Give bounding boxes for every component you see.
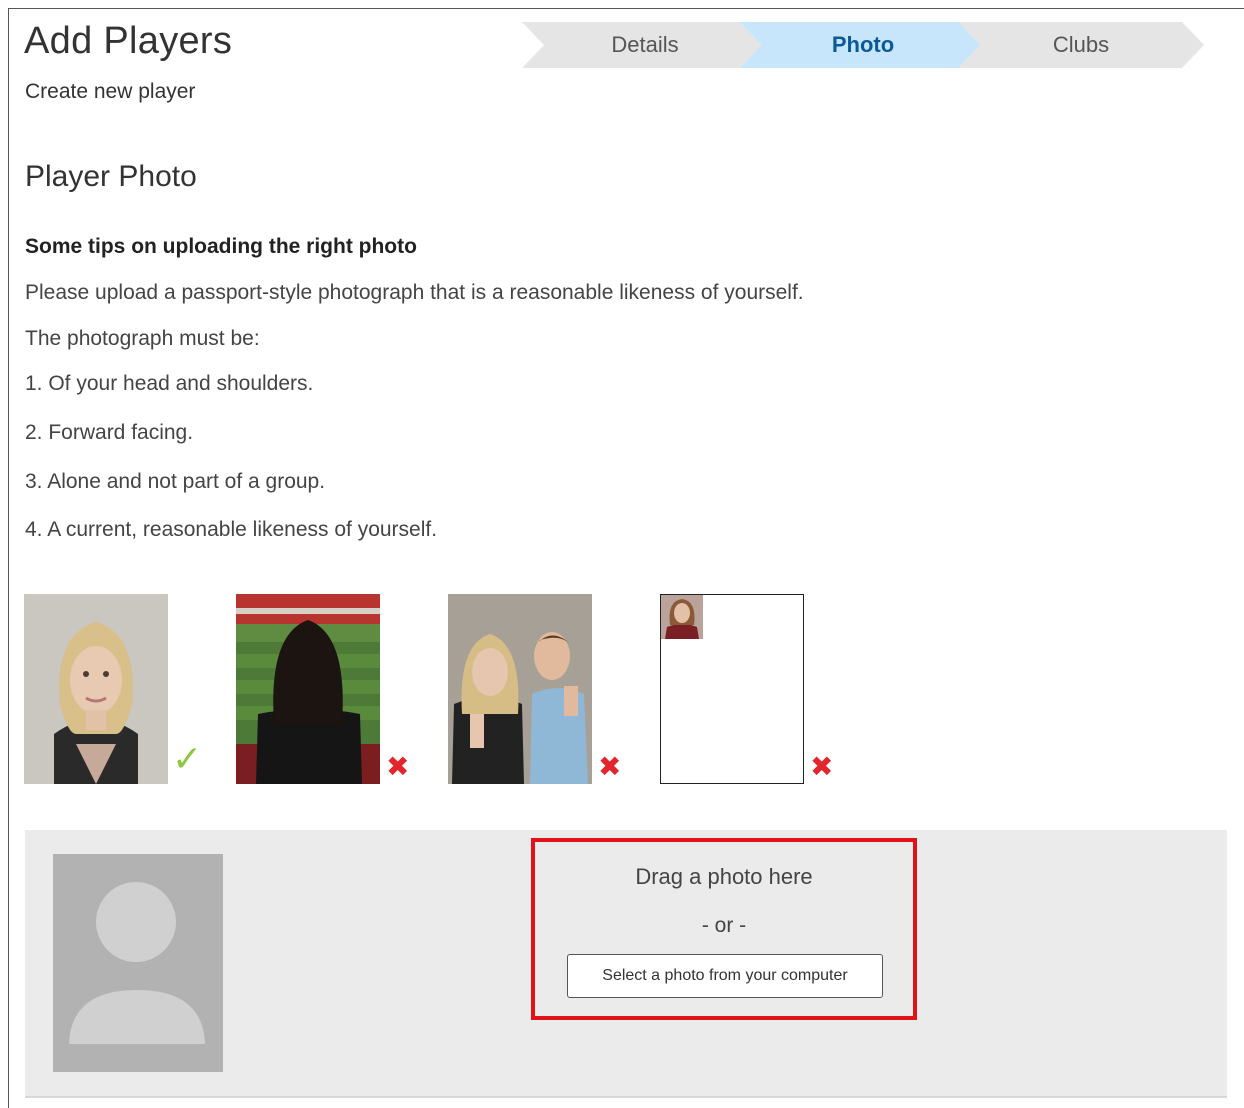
user-silhouette-icon [69, 882, 205, 1044]
step-photo[interactable]: Photo [740, 22, 986, 68]
tips-must-be: The photograph must be: [25, 327, 260, 350]
rule-item: 2. Forward facing. [25, 421, 194, 444]
step-clubs[interactable]: Clubs [958, 22, 1204, 68]
avatar-placeholder [53, 854, 223, 1072]
check-icon: ✓ [172, 738, 203, 779]
rule-item: 4. A current, reasonable likeness of you… [25, 518, 438, 541]
rule-item: 3. Alone and not part of a group. [25, 470, 326, 493]
page-subtitle: Create new player [25, 80, 196, 103]
progress-stepper: Details Photo Clubs [522, 22, 1204, 68]
example-photo-group: ✖ [448, 594, 621, 784]
example-photo-small [660, 594, 804, 784]
tips-heading: Some tips on uploading the right photo [25, 235, 417, 258]
cross-icon: ✖ [386, 751, 410, 782]
or-separator: - or - [701, 914, 747, 937]
rule-item: 1. Of your head and shoulders. [25, 372, 314, 395]
group-image [448, 594, 592, 784]
example-photo-dark: ✖ [236, 594, 409, 784]
stadium-image [236, 594, 380, 784]
photo-drop-zone[interactable]: Drag a photo here - or - Select a photo … [531, 838, 917, 1020]
cross-icon: ✖ [598, 751, 622, 782]
photo-upload-panel: Drag a photo here - or - Select a photo … [25, 830, 1227, 1098]
tips-intro: Please upload a passport-style photograp… [25, 281, 804, 304]
example-photo-good: ✓ [24, 594, 202, 784]
select-photo-button[interactable]: Select a photo from your computer [567, 954, 883, 998]
section-title: Player Photo [25, 160, 197, 193]
drag-photo-text: Drag a photo here [635, 864, 813, 889]
cross-icon: ✖ [810, 751, 834, 782]
page-title: Add Players [24, 20, 233, 62]
small-portrait-image [661, 595, 703, 639]
step-details[interactable]: Details [522, 22, 768, 68]
portrait-image [24, 594, 168, 784]
photo-examples: ✓ ✖ ✖ ✖ [24, 594, 844, 790]
